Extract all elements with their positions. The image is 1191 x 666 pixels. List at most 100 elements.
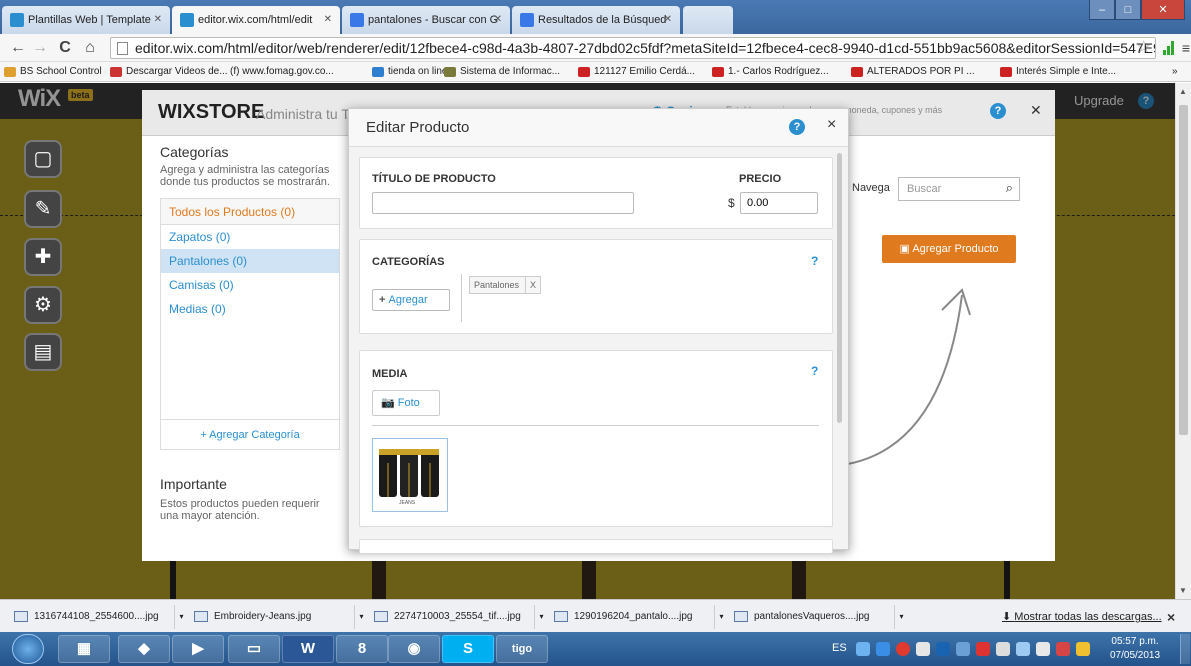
modal-close-icon[interactable]: × — [827, 116, 836, 134]
home-icon[interactable]: ⌂ — [80, 38, 100, 58]
tray-icon[interactable] — [936, 642, 950, 656]
chevron-down-icon[interactable]: ▾ — [714, 605, 728, 629]
scrollbar-thumb[interactable] — [1179, 105, 1188, 435]
chevron-down-icon[interactable]: ▾ — [354, 605, 368, 629]
modal-help-icon[interactable]: ? — [789, 119, 805, 135]
explorer-taskbar-icon[interactable]: ◆ — [118, 635, 170, 663]
chevron-down-icon[interactable]: ▾ — [534, 605, 548, 629]
tab-close-icon[interactable]: ✕ — [154, 6, 162, 34]
close-downloads-icon[interactable]: × — [1167, 605, 1175, 629]
download-item[interactable]: 1290196204_pantalo....jpg ▾ — [548, 605, 728, 629]
star-icon[interactable]: ☆ — [1137, 38, 1151, 58]
add-product-button[interactable]: ▣ Agregar Producto — [882, 235, 1016, 263]
chevron-down-icon[interactable]: ▾ — [174, 605, 188, 629]
chrome-taskbar-icon[interactable]: ◉ — [388, 635, 440, 663]
media-player-taskbar-icon[interactable]: ▶ — [172, 635, 224, 663]
pages-tool-icon[interactable]: ▢ — [24, 140, 62, 178]
tray-icon[interactable] — [876, 642, 890, 656]
bookmark-item[interactable]: 1.- Carlos Rodríguez... — [712, 62, 829, 81]
scroll-down-icon[interactable]: ▼ — [1179, 586, 1187, 595]
store-close-icon[interactable]: ✕ — [1030, 102, 1042, 119]
add-photo-button[interactable]: 📷 Foto — [372, 390, 440, 416]
store-help-icon[interactable]: ? — [990, 103, 1006, 119]
google-taskbar-icon[interactable]: 8 — [336, 635, 388, 663]
modal-scrollbar-thumb[interactable] — [837, 153, 842, 423]
tray-icon[interactable] — [1056, 642, 1070, 656]
important-desc: Estos productos pueden requerir una mayo… — [160, 498, 320, 522]
tray-icon[interactable] — [916, 642, 930, 656]
add-category-button[interactable]: + Agregar Categoría — [160, 420, 340, 450]
tray-icon[interactable] — [956, 642, 970, 656]
chevron-down-icon[interactable]: ▾ — [894, 605, 908, 629]
tag-remove-icon[interactable]: X — [525, 277, 536, 293]
download-item[interactable]: pantalonesVaqueros....jpg ▾ — [728, 605, 908, 629]
download-item[interactable]: 1316744108_2554600....jpg ▾ — [8, 605, 188, 629]
reload-icon[interactable]: C — [55, 38, 75, 58]
tray-icon[interactable] — [1076, 642, 1090, 656]
tray-icon[interactable] — [896, 642, 910, 656]
tigo-taskbar-icon[interactable]: tigo — [496, 635, 548, 663]
category-item-zapatos[interactable]: Zapatos (0) — [161, 225, 339, 249]
tab-close-icon[interactable]: ✕ — [664, 6, 672, 34]
product-title-input[interactable] — [372, 192, 634, 214]
show-desktop-button[interactable] — [1180, 634, 1190, 664]
new-tab-button[interactable] — [683, 6, 733, 34]
extension-signal-icon[interactable] — [1163, 41, 1174, 55]
bookmark-item[interactable]: Descargar Videos de... — [110, 62, 228, 81]
tab-resultados[interactable]: Resultados de la Búsqued ✕ — [512, 6, 680, 34]
design-tool-icon[interactable]: ✎ — [24, 190, 62, 228]
menu-icon[interactable]: ≡ — [1176, 38, 1191, 58]
tab-close-icon[interactable]: ✕ — [494, 6, 502, 34]
tab-close-icon[interactable]: ✕ — [324, 6, 332, 34]
settings-gear-icon[interactable]: ⚙ — [24, 286, 62, 324]
network-signal-icon[interactable] — [1016, 642, 1030, 656]
bookmark-item[interactable]: 121127 Emilio Cerdá... — [578, 62, 695, 81]
media-help-icon[interactable]: ? — [811, 364, 818, 378]
close-window-button[interactable]: ✕ — [1141, 0, 1185, 20]
price-input[interactable] — [740, 192, 818, 214]
category-item-camisas[interactable]: Camisas (0) — [161, 273, 339, 297]
download-item[interactable]: 2274710003_25554_tif....jpg ▾ — [368, 605, 548, 629]
bookmark-item[interactable]: tienda on line — [372, 62, 448, 81]
modal-title: Editar Producto — [366, 119, 470, 136]
bookmark-item[interactable]: BS School Control — [4, 62, 102, 81]
add-category-tag-button[interactable]: + Agregar — [372, 289, 450, 311]
bookmark-item[interactable]: Interés Simple e Inte... — [1000, 62, 1116, 81]
page-scrollbar[interactable]: ▲ ▼ — [1175, 83, 1191, 599]
tray-icon[interactable] — [996, 642, 1010, 656]
product-thumbnail[interactable]: JEANS — [372, 438, 448, 512]
folder-taskbar-icon[interactable]: ▭ — [228, 635, 280, 663]
minimize-button[interactable]: – — [1089, 0, 1115, 20]
category-item-medias[interactable]: Medias (0) — [161, 297, 339, 321]
bookmarks-overflow[interactable]: » — [1172, 62, 1178, 81]
bookmark-item[interactable]: (f) www.fomag.gov.co... — [230, 62, 334, 81]
tray-icon[interactable] — [976, 642, 990, 656]
add-tool-icon[interactable]: ✚ — [24, 238, 62, 276]
forward-arrow-icon[interactable]: → — [30, 38, 50, 58]
product-search-input[interactable]: Buscar ⌕ — [898, 177, 1020, 201]
tray-icon[interactable] — [856, 642, 870, 656]
categories-help-icon[interactable]: ? — [811, 254, 818, 268]
maximize-button[interactable]: □ — [1115, 0, 1141, 20]
word-taskbar-icon[interactable]: W — [282, 635, 334, 663]
start-button[interactable] — [12, 634, 44, 664]
language-indicator[interactable]: ES — [832, 642, 847, 654]
categories-label: CATEGORÍAS — [372, 256, 445, 268]
volume-icon[interactable] — [1036, 642, 1050, 656]
show-all-downloads-link[interactable]: ⬇ Mostrar todas las descargas... — [1002, 605, 1162, 629]
skype-taskbar-icon[interactable]: S — [442, 635, 494, 663]
all-products-item[interactable]: Todos los Productos (0) — [161, 199, 339, 225]
tab-plantillas[interactable]: Plantillas Web | Template ✕ — [2, 6, 170, 34]
back-arrow-icon[interactable]: ← — [8, 38, 28, 58]
bookmark-item[interactable]: ALTERADOS POR PI ... — [851, 62, 975, 81]
clock[interactable]: 05:57 p.m. 07/05/2013 — [1110, 635, 1160, 663]
scroll-up-icon[interactable]: ▲ — [1179, 87, 1187, 96]
download-item[interactable]: Embroidery-Jeans.jpg ▾ — [188, 605, 368, 629]
address-bar[interactable]: editor.wix.com/html/editor/web/renderer/… — [110, 37, 1156, 59]
calculator-taskbar-icon[interactable]: ▦ — [58, 635, 110, 663]
tab-editor[interactable]: editor.wix.com/html/edit ✕ — [172, 6, 340, 34]
bookmark-item[interactable]: Sistema de Informac... — [444, 62, 560, 81]
tab-google-search[interactable]: pantalones - Buscar con G ✕ — [342, 6, 510, 34]
store-tool-icon[interactable]: ▤ — [24, 333, 62, 371]
category-item-pantalones[interactable]: Pantalones (0) — [161, 249, 339, 273]
